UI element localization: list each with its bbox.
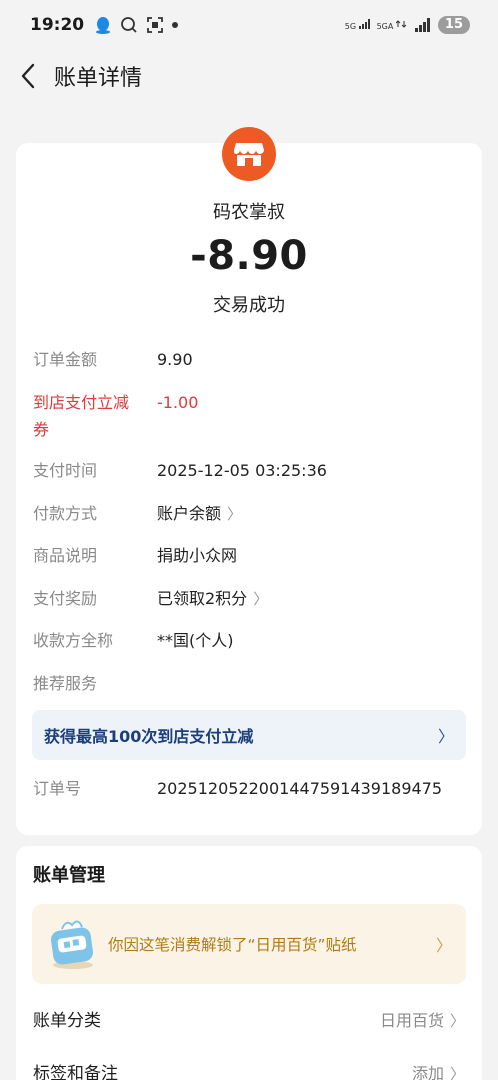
network-5g-label: 5G xyxy=(345,19,371,31)
section-title: 账单管理 xyxy=(33,865,105,886)
bill-amount: -8.90 xyxy=(190,233,308,279)
merchant-store-icon xyxy=(222,127,276,181)
promo-banner[interactable]: 获得最高100次到店支付立减 〉 xyxy=(32,710,466,760)
notification-dot-icon xyxy=(172,22,179,28)
battery-indicator: 15 xyxy=(437,16,470,34)
tags-label: 标签和备注 xyxy=(33,1064,118,1080)
promo-text: 获得最高100次到店支付立减 xyxy=(44,727,254,746)
detail-value: 2025-12-05 03:25:36 xyxy=(157,461,327,480)
status-time: 19:20 xyxy=(30,15,85,35)
detail-label: 到店支付立减券 xyxy=(33,393,130,439)
chevron-right-icon: 〉 xyxy=(449,1012,465,1030)
detail-label: 支付时间 xyxy=(33,461,98,480)
sticker-banner[interactable]: 你因这笔消费解锁了“日用百货”贴纸 〉 xyxy=(32,904,466,984)
chat-search-icon xyxy=(120,16,138,34)
signal-icon xyxy=(414,16,432,34)
chevron-right-icon: 〉 xyxy=(435,936,452,955)
back-button[interactable] xyxy=(2,50,54,102)
chevron-right-icon: 〉 xyxy=(437,727,454,746)
detail-value: 9.90 xyxy=(157,350,193,369)
sticker-text: 你因这笔消费解锁了“日用百货”贴纸 xyxy=(108,936,357,954)
detail-label: 付款方式 xyxy=(33,504,98,523)
detail-value: -1.00 xyxy=(157,393,199,412)
page-title: 账单详情 xyxy=(54,66,143,91)
bill-category-row[interactable]: 账单分类 日用百货〉 xyxy=(33,1006,465,1036)
chevron-left-icon xyxy=(21,63,35,89)
category-label: 账单分类 xyxy=(33,1011,101,1031)
detail-value: 捐助小众网 xyxy=(157,546,238,565)
tags-notes-row[interactable]: 标签和备注 添加〉 xyxy=(33,1059,465,1080)
merchant-name: 码农掌叔 xyxy=(213,202,285,223)
chevron-right-icon: 〉 xyxy=(449,1065,465,1080)
transaction-status: 交易成功 xyxy=(213,295,285,316)
network-5ga-label: 5GA xyxy=(377,19,408,31)
sticker-icon xyxy=(50,920,94,969)
title-bar: 账单详情 xyxy=(0,50,498,102)
detail-label: 订单号 xyxy=(33,779,82,798)
detail-label: 推荐服务 xyxy=(33,674,98,693)
category-value: 日用百货〉 xyxy=(380,1006,465,1036)
detail-value[interactable]: 账户余额〉 xyxy=(157,500,242,528)
status-bar: 19:20 5G 5GA 15 xyxy=(0,0,498,50)
qq-icon xyxy=(94,16,112,34)
detail-label: 支付奖励 xyxy=(33,589,98,608)
bill-card: 码农掌叔 -8.90 交易成功 订单金额 9.90 到店支付立减券 -1.00 … xyxy=(16,127,482,835)
chevron-right-icon: 〉 xyxy=(253,590,269,608)
bill-manage-card: 账单管理 你因这笔消费解锁了“日用百货”贴纸 〉 账单分类 日用百货〉 标签和备… xyxy=(16,846,482,1080)
tags-value: 添加〉 xyxy=(412,1059,465,1080)
detail-label: 商品说明 xyxy=(33,546,98,565)
chevron-right-icon: 〉 xyxy=(227,505,243,523)
detail-value[interactable]: 已领取2积分〉 xyxy=(157,585,268,613)
detail-label: 订单金额 xyxy=(33,350,98,369)
order-number: 2025120522001447591439189475 xyxy=(157,779,443,798)
detail-label: 收款方全称 xyxy=(33,631,114,650)
detail-value: **国(个人) xyxy=(157,631,234,650)
scan-icon xyxy=(146,16,164,34)
